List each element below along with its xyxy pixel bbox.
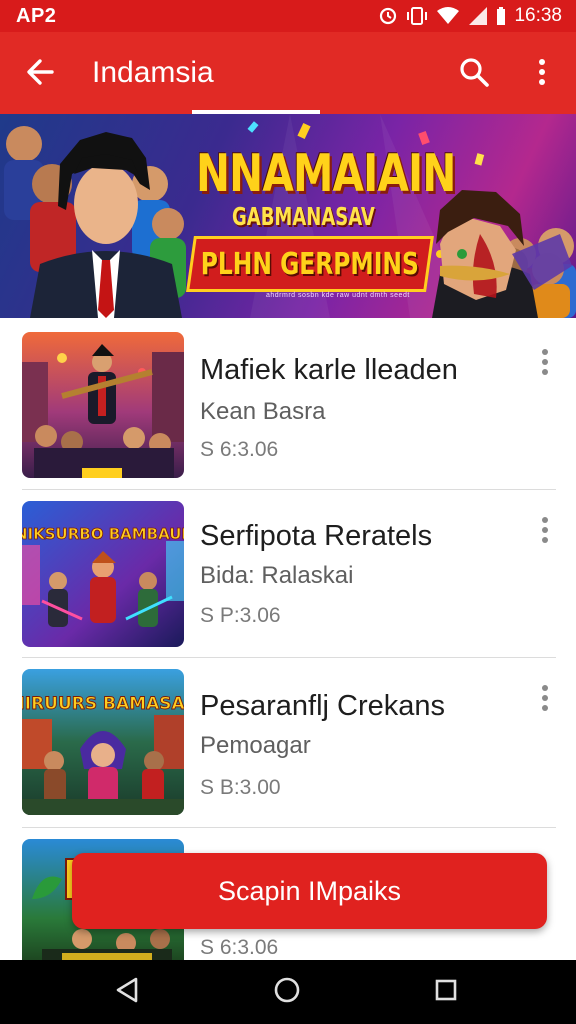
system-nav-bar: [0, 960, 576, 1024]
nav-recents-button[interactable]: [428, 974, 464, 1010]
home-circle-icon: [273, 976, 301, 1009]
banner-cta-label: PLHN GERPMINS: [200, 246, 420, 282]
status-time: 16:38: [514, 5, 562, 26]
more-options-button[interactable]: [524, 54, 560, 94]
status-carrier-text: AP2: [16, 4, 57, 27]
nav-back-button[interactable]: [109, 974, 145, 1010]
item-price: S P:3.06: [200, 604, 281, 627]
item-title: Mafiek karle lleaden: [200, 354, 458, 386]
banner-headline: NNAMAIAIN: [196, 144, 456, 204]
item-price: S 6:3.06: [200, 438, 279, 461]
game-thumbnail: NIRUURS BAMASAL: [22, 669, 184, 815]
promo-banner[interactable]: NNAMAIAIN GABMANASAV PLHN GERPMINS ahdrm…: [0, 114, 576, 318]
recents-square-icon: [434, 978, 458, 1007]
item-more-button[interactable]: [532, 342, 558, 382]
item-more-button[interactable]: [532, 678, 558, 718]
list-item[interactable]: Mafiek karle lleaden Kean Basra S 6:3.06: [0, 322, 576, 490]
item-price: S B:3.00: [200, 776, 281, 799]
banner-fine-print: ahdrmrd sosbn kde raw udnt dmth seedt: [266, 292, 410, 299]
search-icon: [458, 56, 490, 93]
more-vert-icon: [542, 517, 548, 523]
item-title: Serfipota Reratels: [200, 520, 433, 552]
signal-icon: [468, 6, 488, 26]
alarm-icon: [378, 6, 398, 26]
battery-icon: [496, 6, 506, 26]
item-more-button[interactable]: [532, 510, 558, 550]
item-subtitle: Pemoagar: [200, 732, 311, 759]
thumb-badge: NIRUURS BAMASAL: [22, 694, 184, 714]
list-item[interactable]: NIRUURS BAMASAL Pesaranflj Crekans Pemoa…: [0, 658, 576, 826]
app-bar: Indamsia: [0, 32, 576, 114]
banner-cta: PLHN GERPMINS: [186, 236, 434, 292]
item-subtitle: Kean Basra: [200, 398, 326, 425]
wifi-icon: [436, 6, 460, 26]
status-icons: 16:38: [378, 5, 562, 27]
banner-subheadline: GABMANASAV: [232, 202, 375, 231]
more-vert-icon: [542, 685, 548, 691]
nav-home-button[interactable]: [269, 974, 305, 1010]
game-thumbnail: [22, 332, 184, 478]
page-title: Indamsia: [92, 56, 214, 89]
search-button[interactable]: [454, 54, 494, 94]
item-title: Pesaranflj Crekans: [200, 690, 445, 722]
status-bar: AP2 16:38: [0, 0, 576, 32]
list-item[interactable]: NIKSURBO BAMBAUL Serfipota Reratels Bida…: [0, 490, 576, 658]
back-button[interactable]: [20, 54, 60, 94]
more-vert-icon: [537, 57, 547, 92]
more-vert-icon: [542, 349, 548, 355]
game-thumbnail: NIKSURBO BAMBAUL: [22, 501, 184, 647]
item-subtitle: Bida: Ralaskai: [200, 562, 354, 589]
vibrate-icon: [406, 6, 428, 26]
thumb-badge: NIKSURBO BAMBAUL: [22, 525, 184, 543]
scan-impacts-button[interactable]: Scapin IMpaiks: [72, 853, 547, 929]
item-price: S 6:3.06: [200, 936, 279, 959]
back-arrow-icon: [25, 57, 55, 92]
back-triangle-icon: [115, 977, 139, 1008]
